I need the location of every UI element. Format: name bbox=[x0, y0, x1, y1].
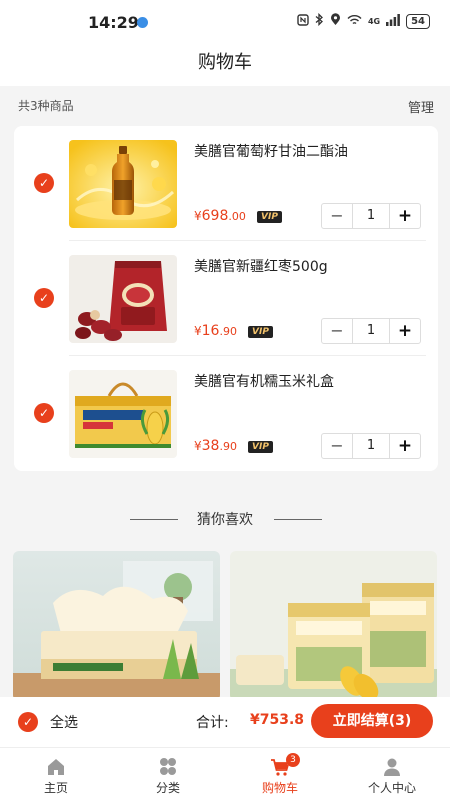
product-name[interactable]: 美膳官新疆红枣500g bbox=[194, 256, 328, 276]
select-all-label[interactable]: 全选 bbox=[50, 712, 78, 732]
item-checkbox[interactable]: ✓ bbox=[34, 173, 54, 193]
cart-summary: 共3种商品 管理 bbox=[0, 86, 450, 124]
product-image[interactable] bbox=[69, 255, 177, 343]
status-icons: 4G 54 bbox=[297, 12, 430, 30]
item-checkbox[interactable]: ✓ bbox=[34, 288, 54, 308]
tab-label: 分类 bbox=[155, 781, 180, 795]
quantity-stepper: − 1 + bbox=[321, 203, 421, 229]
tab-label: 主页 bbox=[43, 781, 68, 795]
price-decimal: .90 bbox=[219, 440, 237, 453]
bottom-tab-bar: 主页 分类 3 购物车 个人中心 bbox=[0, 747, 450, 800]
page-title: 购物车 bbox=[198, 52, 252, 73]
heading-divider bbox=[130, 519, 178, 520]
category-icon bbox=[160, 758, 176, 775]
bluetooth-icon bbox=[315, 12, 324, 30]
product-price: ¥16.90 bbox=[194, 323, 237, 339]
network-type: 4G bbox=[367, 16, 381, 26]
status-time: 14:29 bbox=[88, 13, 139, 32]
increase-button[interactable]: + bbox=[390, 319, 420, 343]
price-symbol: ¥ bbox=[194, 209, 202, 223]
recommend-product-card[interactable] bbox=[230, 551, 437, 701]
cart-count-badge: 3 bbox=[286, 753, 300, 767]
cart-item: ✓ 美膳官新疆红枣500g ¥16.90 VIP − 1 + bbox=[14, 241, 438, 356]
price-decimal: .90 bbox=[219, 325, 237, 338]
tab-category[interactable]: 分类 bbox=[112, 748, 224, 800]
tab-label: 个人中心 bbox=[367, 781, 416, 795]
checkout-bar: ✓ 全选 合计: ¥753.8 立即结算(3) bbox=[0, 697, 450, 747]
nfc-icon bbox=[297, 13, 309, 30]
product-image[interactable] bbox=[69, 370, 177, 458]
quantity-value[interactable]: 1 bbox=[352, 319, 390, 343]
notification-dot-icon bbox=[137, 17, 148, 28]
product-image[interactable] bbox=[69, 140, 177, 228]
corn-flour-product-image bbox=[230, 551, 437, 701]
decrease-button[interactable]: − bbox=[322, 434, 352, 458]
quantity-stepper: − 1 + bbox=[321, 433, 421, 459]
select-all-checkbox[interactable]: ✓ bbox=[18, 712, 38, 732]
decrease-button[interactable]: − bbox=[322, 204, 352, 228]
recommend-product-card[interactable] bbox=[13, 551, 220, 701]
item-checkbox[interactable]: ✓ bbox=[34, 403, 54, 423]
tissue-product-image bbox=[13, 551, 220, 701]
product-name[interactable]: 美膳官有机糯玉米礼盒 bbox=[194, 371, 334, 391]
signal-icon bbox=[386, 13, 400, 30]
cart-item: ✓ 美膳官葡萄籽甘油二酯油 ¥698.00 VIP − 1 + bbox=[14, 126, 438, 241]
quantity-value[interactable]: 1 bbox=[352, 434, 390, 458]
vip-badge: VIP bbox=[257, 211, 282, 223]
battery-level: 54 bbox=[406, 14, 430, 29]
item-count: 共3种商品 bbox=[18, 99, 74, 113]
tab-home[interactable]: 主页 bbox=[0, 748, 112, 800]
cart-list: ✓ 美膳官葡萄籽甘油二酯油 ¥698.00 VIP − 1 + ✓ 美膳官新疆红… bbox=[14, 126, 438, 471]
manage-button[interactable]: 管理 bbox=[408, 97, 434, 116]
total-value: ¥753.8 bbox=[250, 712, 305, 728]
product-price: ¥698.00 bbox=[194, 208, 246, 224]
price-integer: 38 bbox=[201, 438, 220, 454]
user-icon bbox=[384, 758, 400, 776]
recommend-title: 猜你喜欢 bbox=[197, 512, 253, 528]
tab-cart[interactable]: 3 购物车 bbox=[224, 748, 336, 800]
home-icon bbox=[48, 759, 64, 775]
price-integer: 698 bbox=[201, 208, 229, 224]
price-decimal: .00 bbox=[228, 210, 246, 223]
product-price: ¥38.90 bbox=[194, 438, 237, 454]
decrease-button[interactable]: − bbox=[322, 319, 352, 343]
quantity-stepper: − 1 + bbox=[321, 318, 421, 344]
tab-profile[interactable]: 个人中心 bbox=[336, 748, 448, 800]
wifi-icon bbox=[347, 14, 362, 30]
tab-label: 购物车 bbox=[261, 781, 298, 795]
price-symbol: ¥ bbox=[194, 324, 202, 338]
increase-button[interactable]: + bbox=[390, 204, 420, 228]
title-bar: 购物车 bbox=[0, 40, 450, 86]
product-name[interactable]: 美膳官葡萄籽甘油二酯油 bbox=[194, 141, 348, 161]
vip-badge: VIP bbox=[248, 441, 273, 453]
status-bar: 14:29 4G 54 bbox=[0, 0, 450, 40]
location-icon bbox=[330, 13, 341, 30]
price-symbol: ¥ bbox=[194, 439, 202, 453]
recommend-heading: 猜你喜欢 bbox=[0, 505, 450, 535]
cart-item: ✓ 美膳官有机糯玉米礼盒 ¥38.90 VIP − 1 + bbox=[14, 356, 438, 471]
heading-divider bbox=[274, 519, 322, 520]
vip-badge: VIP bbox=[248, 326, 273, 338]
checkout-button[interactable]: 立即结算(3) bbox=[311, 704, 433, 738]
increase-button[interactable]: + bbox=[390, 434, 420, 458]
quantity-value[interactable]: 1 bbox=[352, 204, 390, 228]
price-integer: 16 bbox=[201, 323, 220, 339]
total-label: 合计: bbox=[196, 715, 229, 731]
